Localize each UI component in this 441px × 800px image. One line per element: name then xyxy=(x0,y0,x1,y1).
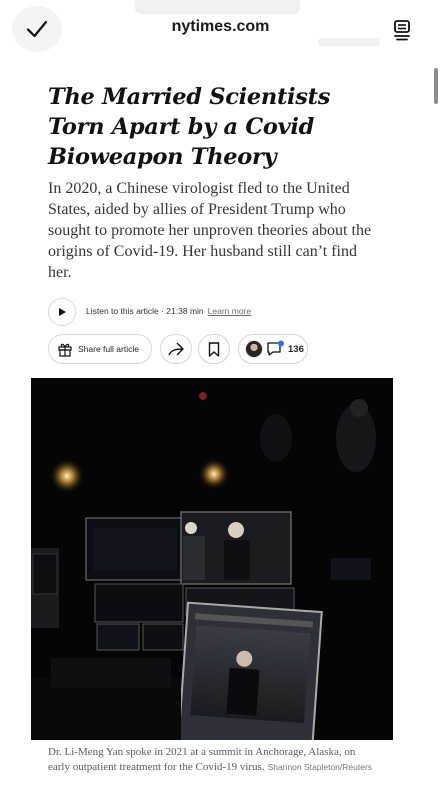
send-button[interactable] xyxy=(160,334,192,364)
comment-icon xyxy=(267,340,284,356)
listen-row: Listen to this article · 21:38 min Learn … xyxy=(86,306,251,316)
bookmark-icon xyxy=(208,341,220,357)
article-photo xyxy=(31,378,393,740)
comments-button[interactable]: 136 xyxy=(238,334,308,364)
browser-top-bar: nytimes.com xyxy=(0,0,441,60)
share-label: Share full article xyxy=(78,344,139,354)
commenter-avatar xyxy=(245,340,263,358)
photo-caption: Dr. Li-Meng Yan spoke in 2021 at a summi… xyxy=(48,745,378,775)
faded-header-strip xyxy=(135,0,300,14)
play-audio-button[interactable] xyxy=(48,298,76,326)
article-photo-image xyxy=(31,378,393,740)
scrollbar-thumb[interactable] xyxy=(434,68,438,104)
article-summary: In 2020, a Chinese virologist fled to th… xyxy=(48,180,372,281)
listen-label: Listen to this article · 21:38 min xyxy=(86,306,204,316)
gift-icon xyxy=(58,343,72,357)
article-headline: The Married Scientists Torn Apart by a C… xyxy=(48,84,331,170)
learn-more-link[interactable]: Learn more xyxy=(208,306,251,316)
faded-header-item xyxy=(318,38,380,46)
forward-arrow-icon xyxy=(168,342,184,356)
page-domain: nytimes.com xyxy=(171,18,270,35)
share-full-article-button[interactable]: Share full article xyxy=(48,334,152,364)
photo-credit: Shannon Stapleton/Reuters xyxy=(267,762,373,772)
comment-count: 136 xyxy=(288,343,304,355)
reader-view-icon[interactable] xyxy=(390,18,414,42)
play-icon xyxy=(59,308,66,316)
save-button[interactable] xyxy=(198,334,230,364)
